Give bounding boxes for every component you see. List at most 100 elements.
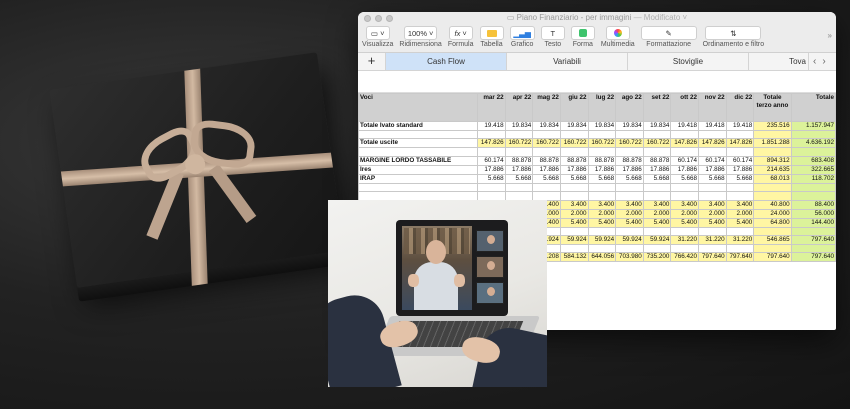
table-cell[interactable]: 17.886 (587, 164, 617, 175)
table-cell[interactable]: 24.000 (753, 208, 792, 219)
tab-tova[interactable]: Tova (749, 53, 809, 70)
column-header[interactable]: ott 22 (670, 93, 700, 122)
table-cell[interactable] (587, 191, 617, 201)
table-cell[interactable]: 5.400 (642, 217, 672, 228)
table-cell[interactable]: 17.886 (504, 164, 534, 175)
table-cell[interactable]: 5.668 (670, 173, 700, 184)
table-cell[interactable]: 5.668 (559, 173, 589, 184)
view-tool[interactable]: ▭ ˅ Visualizza (362, 26, 393, 48)
table-cell[interactable]: 68.013 (753, 173, 792, 184)
table-cell[interactable] (642, 191, 672, 201)
table-cell[interactable] (753, 243, 792, 254)
table-cell[interactable]: 147.826 (725, 138, 755, 149)
table-cell[interactable]: 2.000 (642, 208, 672, 219)
row-label-cell[interactable]: Totale uscite (358, 138, 479, 149)
table-cell[interactable]: 118.702 (790, 173, 836, 184)
table-cell[interactable]: 147.826 (698, 138, 727, 149)
table-cell[interactable] (587, 129, 617, 140)
table-cell[interactable]: 31.220 (698, 234, 727, 245)
row-label-cell[interactable] (358, 191, 479, 201)
table-cell[interactable] (790, 191, 836, 201)
table-cell[interactable]: 88.878 (504, 155, 534, 166)
table-cell[interactable]: 584.132 (559, 252, 589, 263)
table-cell[interactable] (532, 191, 561, 201)
table-cell[interactable]: 5.400 (615, 217, 644, 228)
column-header[interactable]: dic 22 (725, 93, 755, 122)
table-cell[interactable] (559, 226, 589, 236)
table-cell[interactable]: 31.220 (670, 234, 700, 245)
row-label-cell[interactable]: IRAP (358, 173, 479, 184)
table-cell[interactable] (753, 147, 792, 157)
table-cell[interactable] (753, 226, 792, 236)
table-cell[interactable]: 56.000 (790, 208, 836, 219)
table-cell[interactable] (504, 129, 534, 140)
table-cell[interactable] (670, 191, 700, 201)
table-cell[interactable]: 766.420 (670, 252, 700, 263)
table-cell[interactable] (615, 226, 644, 236)
table-cell[interactable] (559, 243, 589, 254)
table-cell[interactable]: 2.000 (670, 208, 700, 219)
tab-variabili[interactable]: Variabili (507, 53, 628, 70)
table-cell[interactable]: 19.834 (642, 121, 672, 131)
table-cell[interactable] (725, 243, 755, 254)
table-cell[interactable] (753, 182, 792, 193)
table-cell[interactable] (698, 129, 727, 140)
table-cell[interactable] (587, 182, 617, 193)
table-cell[interactable] (642, 147, 672, 157)
table-cell[interactable]: 797.640 (753, 252, 792, 263)
table-cell[interactable] (790, 243, 836, 254)
table-cell[interactable]: 88.878 (559, 155, 589, 166)
table-cell[interactable] (698, 191, 727, 201)
table-cell[interactable]: 19.834 (532, 121, 561, 131)
table-cell[interactable] (642, 129, 672, 140)
shape-tool[interactable]: Forma (570, 26, 595, 48)
table-cell[interactable]: 3.400 (725, 199, 755, 210)
table-cell[interactable]: 88.400 (790, 199, 836, 210)
tab-stoviglie[interactable]: Stoviglie (628, 53, 749, 70)
table-cell[interactable]: 322.665 (790, 164, 836, 175)
table-cell[interactable] (615, 147, 644, 157)
media-tool[interactable]: Multimedia (601, 26, 635, 48)
table-cell[interactable]: 2.000 (725, 208, 755, 219)
table-cell[interactable] (587, 147, 617, 157)
table-cell[interactable]: 64.800 (753, 217, 792, 228)
table-cell[interactable] (559, 147, 589, 157)
table-cell[interactable] (559, 129, 589, 140)
table-cell[interactable]: 19.418 (725, 121, 755, 131)
table-cell[interactable]: 5.400 (670, 217, 700, 228)
table-cell[interactable]: 60.174 (725, 155, 755, 166)
chart-tool[interactable]: ▁▃▅ Grafico (509, 26, 535, 48)
table-cell[interactable] (504, 147, 534, 157)
table-cell[interactable]: 88.878 (615, 155, 644, 166)
table-cell[interactable]: 797.640 (725, 252, 755, 263)
table-cell[interactable]: 59.924 (642, 234, 672, 245)
table-cell[interactable]: 3.400 (698, 199, 727, 210)
table-cell[interactable]: 40.800 (753, 199, 792, 210)
column-header[interactable]: set 22 (642, 93, 672, 122)
format-tool[interactable]: ✎ Formattazione (640, 26, 697, 48)
table-cell[interactable] (725, 226, 755, 236)
table-cell[interactable]: 147.826 (670, 138, 700, 149)
table-cell[interactable]: 2.000 (698, 208, 727, 219)
table-cell[interactable]: 160.722 (504, 138, 534, 149)
table-cell[interactable]: 5.400 (587, 217, 617, 228)
row-label-cell[interactable] (358, 147, 479, 157)
table-cell[interactable]: 19.834 (615, 121, 644, 131)
table-cell[interactable] (532, 147, 561, 157)
table-cell[interactable] (477, 191, 506, 201)
zoom-select[interactable]: 100% ˅ (403, 26, 438, 40)
table-cell[interactable] (753, 129, 792, 140)
table-cell[interactable]: 5.400 (725, 217, 755, 228)
table-cell[interactable]: 703.980 (615, 252, 644, 263)
table-cell[interactable]: 2.000 (615, 208, 644, 219)
table-cell[interactable]: 17.886 (642, 164, 672, 175)
sort-tool[interactable]: ⇅ Ordinamento e filtro (703, 26, 764, 48)
table-cell[interactable]: 160.722 (642, 138, 672, 149)
table-cell[interactable]: 19.418 (670, 121, 700, 131)
table-cell[interactable] (725, 147, 755, 157)
table-cell[interactable] (698, 147, 727, 157)
table-cell[interactable]: 160.722 (559, 138, 589, 149)
table-cell[interactable]: 17.886 (477, 164, 506, 175)
table-cell[interactable]: 4.636.192 (790, 138, 836, 149)
table-cell[interactable]: 17.886 (670, 164, 700, 175)
